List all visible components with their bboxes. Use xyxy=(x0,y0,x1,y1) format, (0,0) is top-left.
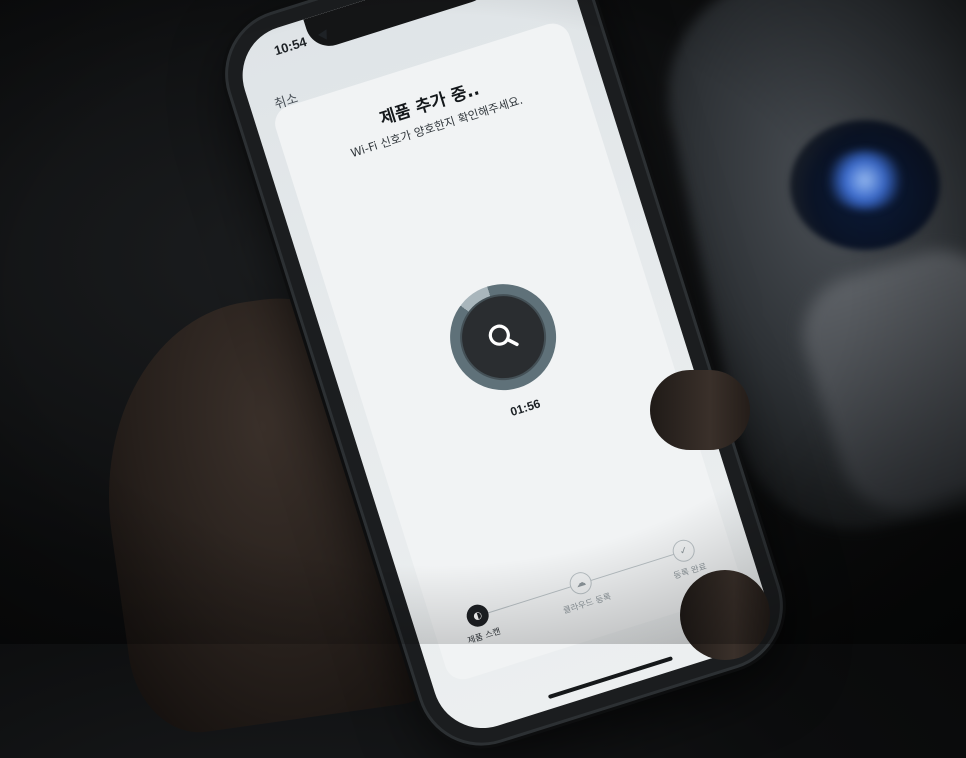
scan-icon: ◐ xyxy=(463,601,492,630)
home-indicator[interactable] xyxy=(547,656,674,700)
status-time: 10:54 xyxy=(272,33,309,59)
cloud-icon: ☁ xyxy=(566,569,595,597)
finger xyxy=(680,570,770,660)
phone-notch xyxy=(303,0,495,52)
search-icon xyxy=(488,324,519,347)
finger xyxy=(650,370,750,450)
check-icon: ✓ xyxy=(669,536,698,565)
step-label: 클라우드 등록 xyxy=(562,591,613,617)
background-blue-light xyxy=(825,150,905,210)
step-label: 제품 스캔 xyxy=(466,626,502,647)
scan-button xyxy=(451,285,555,389)
